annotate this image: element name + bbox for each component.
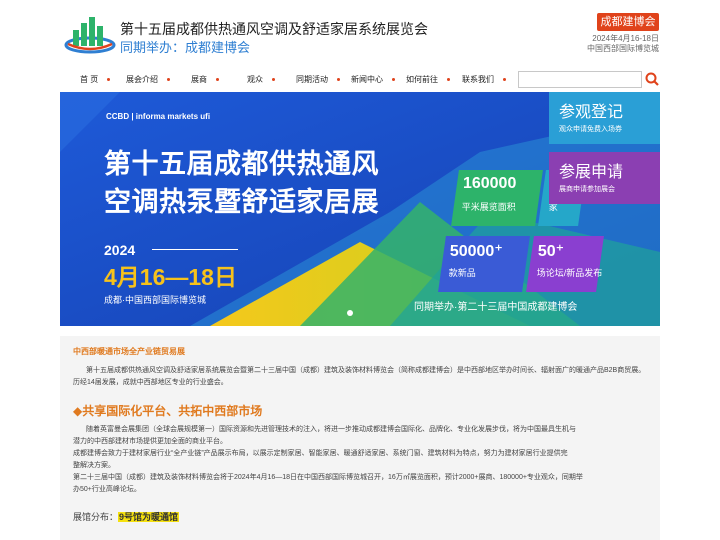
hall-label: 展馆分布： [73, 512, 119, 522]
banner-sync-event: 同期举办·第二十三届中国成都建博会 [414, 302, 578, 313]
slider-dot[interactable] [347, 310, 353, 316]
expo-venue: 中国西部国际博览城 [587, 44, 659, 53]
divider-line [152, 249, 238, 250]
nav-dot-icon [107, 78, 111, 81]
nav-dot-icon [337, 78, 340, 81]
card-title: 参观登记 [559, 104, 624, 121]
card-subtitle: 观众申请免费入场券 [559, 126, 622, 133]
search-input[interactable] [518, 71, 642, 88]
page-subtitle: 同期举办：成都建博会 [120, 40, 251, 55]
nav-label: 联系我们 [462, 75, 494, 84]
section-heading: 中西部暖通市场全产业链贸易展 [73, 347, 185, 356]
nav-item-directions[interactable]: 如何前往 [406, 70, 450, 90]
nav-label: 展会介绍 [126, 75, 158, 84]
nav-dot-icon [447, 78, 450, 81]
banner-venue: 成都·中国西部国际博览城 [104, 295, 206, 305]
stat-label: 场论坛/新品发布 [536, 268, 603, 278]
stat-forums: 50⁺ 场论坛/新品发布 [526, 236, 604, 292]
nav-item-about[interactable]: 展会介绍 [126, 70, 170, 90]
nav-dot-icon [167, 78, 170, 81]
stat-area: 160000 平米展览面积 [451, 170, 543, 226]
main-nav: 首 页 展会介绍 展商 观众 同期活动 新闻中心 如何前往 联系我们 [60, 70, 660, 90]
nav-item-news[interactable]: 新闻中心 [351, 70, 395, 90]
paragraph-line: 成都建博会致力于建材家居行业“全产业链”产品展示布局，以展示定制家居、智能家居、… [73, 450, 568, 457]
stat-number: 50000⁺ [449, 243, 503, 260]
nav-dot-icon [216, 78, 219, 81]
paragraph-line: 整解决方案。 [73, 462, 115, 469]
hall-distribution: 展馆分布：9号馆为暖通馆 [73, 510, 180, 523]
card-title: 参展申请 [559, 164, 624, 181]
nav-item-contact[interactable]: 联系我们 [462, 70, 506, 90]
expo-button[interactable]: 成都建博会 [597, 13, 659, 31]
paragraph-line: 办50+行业高峰论坛。 [73, 486, 141, 493]
nav-item-events[interactable]: 同期活动 [296, 70, 340, 90]
stat-label: 款新品 [448, 268, 476, 278]
card-subtitle: 展商申请参加展会 [559, 186, 615, 193]
banner-title-line1: 第十五届成都供热通风 [104, 149, 379, 179]
site-header: 第十五届成都供热通风空调及舒适家居系统展览会 同期举办：成都建博会 成都建博会 … [0, 0, 720, 68]
hall-value: 9号馆为暖通馆 [118, 512, 180, 522]
intro-paragraph: 第十五届成都供热通风空调及舒适家居系统展览会暨第二十三届中国（成都）建筑及装饰材… [73, 367, 646, 386]
stat-number: 160000 [462, 175, 517, 192]
expo-logo[interactable] [64, 14, 116, 54]
intro-section: 中西部暖通市场全产业链贸易展 第十五届成都供热通风空调及舒适家居系统展览会暨第二… [60, 336, 660, 540]
nav-dot-icon [272, 78, 275, 81]
paragraph-line: 潜力的中西部建材市场提供更加全面的商业平台。 [73, 438, 227, 445]
nav-label: 展商 [191, 75, 207, 84]
hero-banner[interactable]: CCBD | informa markets ufi 第十五届成都供热通风 空调… [60, 92, 660, 326]
nav-label: 如何前往 [406, 75, 438, 84]
banner-year: 2024 [104, 242, 136, 258]
banner-dates: 4月16—18日 [104, 264, 237, 290]
exhibitor-application-card[interactable]: 参展申请 展商申请参加展会 [549, 152, 660, 204]
stat-label: 平米展览面积 [461, 202, 516, 212]
nav-label: 首 页 [80, 75, 99, 84]
banner-title-line2: 空调热泵暨舒适家居展 [104, 187, 379, 217]
paragraph-line: 第二十三届中国（成都）建筑及装饰材料博览会将于2024年4月16—18日在中国西… [73, 474, 583, 481]
nav-item-home[interactable]: 首 页 [80, 70, 111, 90]
nav-dot-icon [392, 78, 395, 81]
nav-item-exhibitors[interactable]: 展商 [191, 70, 219, 90]
sponsor-logos: CCBD | informa markets ufi [106, 112, 211, 121]
paragraph-line: 随着英富曼会展集团（全球会展规模第一）国际资源和先进管理技术的注入，将进一步推动… [86, 426, 576, 433]
stat-number: 50⁺ [537, 243, 565, 260]
page-title: 第十五届成都供热通风空调及舒适家居系统展览会 [120, 21, 428, 37]
visitor-registration-card[interactable]: 参观登记 观众申请免费入场券 [549, 92, 660, 144]
nav-label: 同期活动 [296, 75, 328, 84]
stat-products: 50000⁺ 款新品 [438, 236, 530, 292]
section-title: ◆共享国际化平台、共拓中西部市场 [73, 404, 263, 418]
nav-item-visitors[interactable]: 观众 [247, 70, 275, 90]
nav-label: 观众 [247, 75, 263, 84]
detail-paragraph: 随着英富曼会展集团（全球会展规模第一）国际资源和先进管理技术的注入，将进一步推动… [73, 424, 649, 496]
search-icon[interactable] [644, 71, 660, 88]
nav-label: 新闻中心 [351, 75, 383, 84]
nav-dot-icon [503, 78, 506, 81]
